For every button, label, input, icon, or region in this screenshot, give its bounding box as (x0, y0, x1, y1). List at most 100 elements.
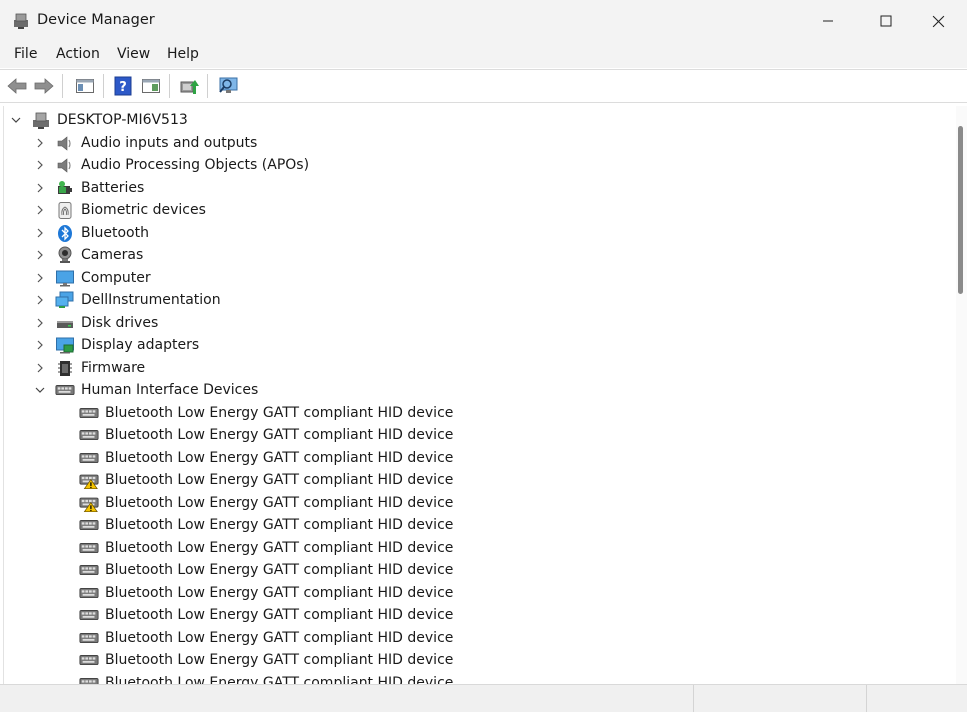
svg-text:?: ? (119, 80, 127, 95)
tree-item-label: Bluetooth Low Energy GATT compliant HID … (105, 562, 454, 578)
hid-icon (79, 404, 99, 423)
tree-category[interactable]: Human Interface Devices (4, 379, 954, 401)
tree-item-label: Cameras (81, 247, 144, 263)
toolbar-separator (103, 74, 104, 98)
tree-category[interactable]: Batteries (4, 177, 954, 199)
tree-device[interactable]: Bluetooth Low Energy GATT compliant HID … (4, 492, 954, 514)
minimize-icon (823, 20, 833, 22)
tree-category[interactable]: DellInstrumentation (4, 289, 954, 311)
toolbar-separator (169, 74, 170, 98)
chevron-right-icon[interactable] (34, 339, 46, 351)
close-icon (932, 15, 944, 27)
menu-view[interactable]: View (117, 46, 150, 62)
tree-device[interactable]: Bluetooth Low Energy GATT compliant HID … (4, 402, 954, 424)
forward-button[interactable] (32, 75, 56, 97)
tree-device[interactable]: Bluetooth Low Energy GATT compliant HID … (4, 559, 954, 581)
tree-item-label: Bluetooth Low Energy GATT compliant HID … (105, 674, 454, 685)
tree-item-label: Computer (81, 269, 151, 286)
tree-device[interactable]: Bluetooth Low Energy GATT compliant HID … (4, 447, 954, 469)
menu-help[interactable]: Help (167, 46, 199, 62)
close-button[interactable] (909, 0, 967, 42)
tree-device[interactable]: Bluetooth Low Energy GATT compliant HID … (4, 672, 954, 685)
tree-device[interactable]: Bluetooth Low Energy GATT compliant HID … (4, 649, 954, 671)
back-button[interactable] (5, 75, 29, 97)
tree-category[interactable]: Audio Processing Objects (APOs) (4, 154, 954, 176)
tree-device[interactable]: Bluetooth Low Energy GATT compliant HID … (4, 424, 954, 446)
disk-drive-icon (55, 314, 75, 333)
device-tree[interactable]: DESKTOP-MI6V513 Audio inputs and outputs A… (3, 106, 957, 684)
menu-bar: File Action View Help (0, 42, 967, 68)
hid-icon (79, 584, 99, 603)
chevron-right-icon[interactable] (34, 272, 46, 284)
tree-item-label: Bluetooth Low Energy GATT compliant HID … (105, 607, 454, 623)
monitor-icon (55, 269, 75, 288)
tree-item-label: Display adapters (81, 337, 200, 353)
status-segment (693, 685, 694, 712)
chevron-right-icon[interactable] (34, 137, 46, 149)
hid-icon (79, 516, 99, 535)
toolbar-separator (62, 74, 63, 98)
help-button[interactable]: ? (111, 75, 135, 97)
tree-device[interactable]: Bluetooth Low Energy GATT compliant HID … (4, 582, 954, 604)
hid-warning-icon (79, 494, 99, 513)
tree-device[interactable]: Bluetooth Low Energy GATT compliant HID … (4, 604, 954, 626)
help-icon: ? (114, 76, 132, 96)
tree-category[interactable]: Display adapters (4, 334, 954, 356)
tree-item-label: Bluetooth Low Energy GATT compliant HID … (105, 517, 454, 533)
menu-file[interactable]: File (14, 46, 37, 62)
minimize-button[interactable] (799, 0, 857, 42)
computer-root-icon (31, 111, 51, 130)
chevron-down-icon[interactable] (10, 114, 22, 126)
tree-item-label: Biometric devices (81, 202, 206, 218)
toolbar-separator (207, 74, 208, 98)
tree-device[interactable]: Bluetooth Low Energy GATT compliant HID … (4, 514, 954, 536)
hid-icon (79, 674, 99, 684)
title-bar: Device Manager (0, 0, 967, 42)
tree-device[interactable]: Bluetooth Low Energy GATT compliant HID … (4, 469, 954, 491)
webcam-icon (55, 246, 75, 265)
show-hide-console-tree-icon (76, 79, 94, 93)
fingerprint-icon (55, 201, 75, 220)
tree-item-label: Bluetooth Low Energy GATT compliant HID … (105, 472, 454, 488)
chevron-right-icon[interactable] (34, 249, 46, 261)
tree-device[interactable]: Bluetooth Low Energy GATT compliant HID … (4, 537, 954, 559)
tree-item-label: Human Interface Devices (81, 382, 259, 398)
chevron-right-icon[interactable] (34, 204, 46, 216)
console-tree-button[interactable] (73, 75, 97, 97)
tree-item-label: Firmware (81, 359, 146, 376)
tree-item-label: Bluetooth Low Energy GATT compliant HID … (105, 427, 454, 443)
chevron-right-icon[interactable] (34, 294, 46, 306)
window-title: Device Manager (37, 12, 155, 28)
hid-icon (79, 629, 99, 648)
tree-category[interactable]: Disk drives (4, 312, 954, 334)
tree-item-label: Bluetooth (81, 224, 149, 241)
tree-category[interactable]: Bluetooth (4, 222, 954, 244)
chevron-right-icon[interactable] (34, 182, 46, 194)
properties-button[interactable] (139, 75, 163, 97)
chevron-down-icon[interactable] (34, 384, 46, 396)
tree-category[interactable]: Audio inputs and outputs (4, 132, 954, 154)
hid-icon (79, 539, 99, 558)
tree-root[interactable]: DESKTOP-MI6V513 (4, 109, 954, 131)
chevron-right-icon[interactable] (34, 227, 46, 239)
vertical-scrollbar-thumb[interactable] (958, 126, 963, 294)
tree-device[interactable]: Bluetooth Low Energy GATT compliant HID … (4, 627, 954, 649)
tree-category[interactable]: Biometric devices (4, 199, 954, 221)
display-adapter-icon (55, 336, 75, 355)
hid-icon (55, 381, 75, 400)
tree-category[interactable]: Firmware (4, 357, 954, 379)
firmware-chip-icon (55, 359, 75, 378)
tree-category[interactable]: Computer (4, 267, 954, 289)
maximize-button[interactable] (857, 0, 915, 42)
chevron-right-icon[interactable] (34, 362, 46, 374)
tree-item-label: Audio inputs and outputs (81, 134, 258, 151)
tree-item-label: Bluetooth Low Energy GATT compliant HID … (105, 494, 454, 511)
scan-hardware-button[interactable] (217, 75, 241, 97)
update-driver-button[interactable] (177, 75, 201, 97)
chevron-right-icon[interactable] (34, 317, 46, 329)
tree-category[interactable]: Cameras (4, 244, 954, 266)
forward-icon (34, 78, 54, 94)
menu-action[interactable]: Action (56, 46, 100, 62)
tree-item-label: DellInstrumentation (81, 292, 221, 308)
chevron-right-icon[interactable] (34, 159, 46, 171)
